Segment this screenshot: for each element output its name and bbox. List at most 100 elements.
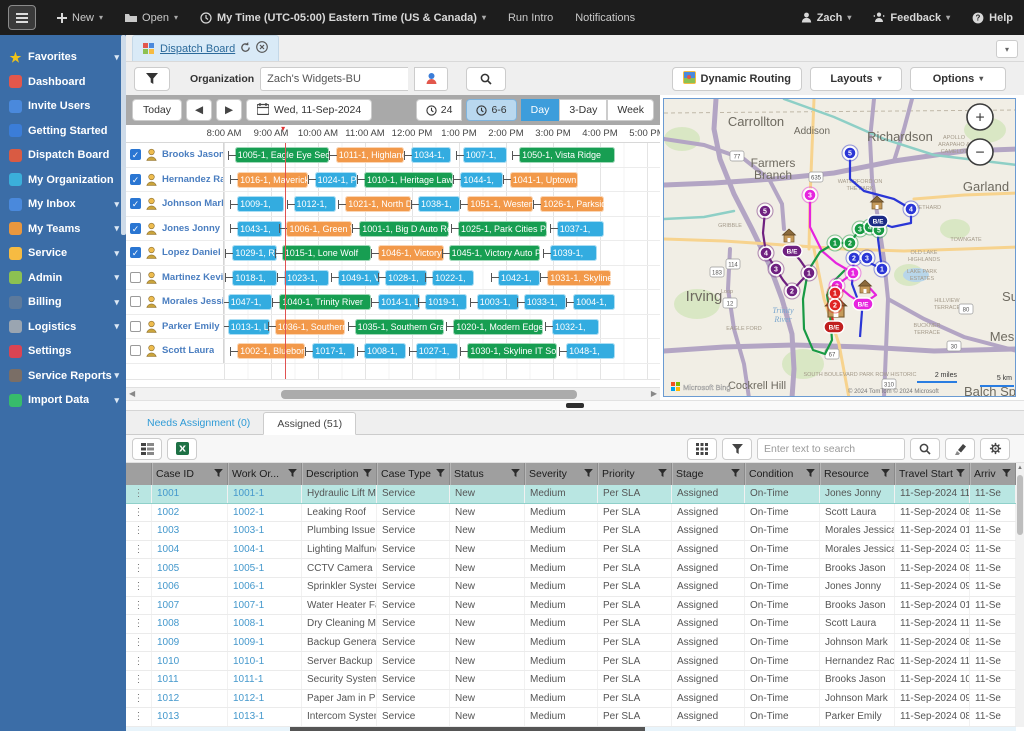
row-drag-handle[interactable]: ⋮ (126, 541, 152, 559)
cell-work-or[interactable]: 1005-1 (228, 559, 302, 577)
column-header-description[interactable]: Description (302, 463, 377, 485)
appointment-bar[interactable]: 1028-1, (385, 270, 427, 286)
resource-checkbox[interactable]: ✓ (130, 198, 141, 209)
appointment-bar[interactable]: 1044-1, (460, 172, 502, 188)
cell-work-or[interactable]: 1009-1 (228, 634, 302, 652)
cell-work-or[interactable]: 1003-1 (228, 522, 302, 540)
cell-work-or[interactable]: 1008-1 (228, 615, 302, 633)
column-header-resource[interactable]: Resource (820, 463, 895, 485)
scroll-right-icon[interactable]: ▶ (651, 389, 657, 398)
appointment-1043-1[interactable]: 1043-1, (230, 221, 282, 237)
appointment-1030-1[interactable]: 1030-1, Skyline IT Solutions, (460, 343, 556, 359)
case-row-1011[interactable]: ⋮10111011-1Security System F...ServiceNe… (126, 671, 1016, 690)
appointment-1014-1[interactable]: 1014-1, Lone (371, 294, 420, 310)
sidebar-item-settings[interactable]: Settings (0, 339, 126, 364)
appointment-bar[interactable]: 1016-1, Maverick (237, 172, 308, 188)
resource-checkbox[interactable] (130, 345, 141, 356)
appointment-bar[interactable]: 1021-1, North Dallas (345, 196, 411, 212)
appointment-1012-1[interactable]: 1012-1, (287, 196, 336, 212)
grid-search-button[interactable] (910, 438, 940, 460)
resource-name[interactable]: Martinez Kevin (162, 272, 223, 283)
cell-case-id[interactable]: 1012 (152, 690, 228, 708)
appointment-1032-1[interactable]: 1032-1, (545, 319, 599, 335)
column-header-status[interactable]: Status (450, 463, 525, 485)
scrollbar-thumb[interactable] (290, 727, 645, 731)
sidebar-item-admin[interactable]: Admin▾ (0, 266, 126, 291)
case-row-1001[interactable]: ⋮10011001-1Hydraulic Lift Mal...ServiceN… (126, 485, 1016, 504)
appointment-1034-1[interactable]: 1034-1, (404, 147, 451, 163)
column-header-row-handle[interactable] (126, 463, 152, 485)
appointment-bar[interactable]: 1025-1, Park Cities Pet Care, (458, 221, 547, 237)
open-menu[interactable]: Open▾ (114, 0, 189, 35)
appointment-1022-1[interactable]: 1022-1, (425, 270, 474, 286)
appointment-bar[interactable]: 1030-1, Skyline IT Solutions, (467, 343, 556, 359)
appointment-1050-1[interactable]: 1050-1, Vista Ridge (512, 147, 615, 163)
sidebar-item-service-reports[interactable]: Service Reports▾ (0, 364, 126, 389)
scrollbar-thumb[interactable] (281, 390, 577, 399)
appointment-1005-1[interactable]: 1005-1, Eagle Eye Security (228, 147, 329, 163)
resource-name[interactable]: Johnson Mark (162, 198, 223, 209)
appointment-bar[interactable]: 1010-1, Heritage Law Group, (364, 172, 453, 188)
scroll-left-icon[interactable]: ◀ (129, 389, 135, 398)
cell-work-or[interactable]: 1011-1 (228, 671, 302, 689)
close-tab-icon[interactable] (256, 41, 268, 56)
sidebar-item-dashboard[interactable]: Dashboard (0, 70, 126, 95)
appointment-bar[interactable]: 1041-1, Uptown (510, 172, 578, 188)
organization-picker-icon[interactable] (414, 67, 448, 91)
new-menu[interactable]: New▾ (46, 0, 114, 35)
sidebar-item-logistics[interactable]: Logistics▾ (0, 315, 126, 340)
appointment-bar[interactable]: 1034-1, (411, 147, 451, 163)
route-map[interactable]: APOLLOARAPAHO &CAMELOTWATERFORD ONTHE PA… (664, 99, 1016, 397)
prev-day-button[interactable]: ◀ (186, 99, 212, 121)
appointment-bar[interactable]: 1023-1, (284, 270, 329, 286)
cell-case-id[interactable]: 1002 (152, 504, 228, 522)
column-filter-icon[interactable] (511, 468, 520, 480)
resource-checkbox[interactable] (130, 296, 141, 307)
column-filter-icon[interactable] (1002, 468, 1011, 480)
splitter-handle[interactable] (566, 403, 584, 408)
resource-name[interactable]: Scott Laura (162, 345, 214, 356)
appointment-1031-1[interactable]: 1031-1, Skyline Tax (540, 270, 610, 286)
case-row-1013[interactable]: ⋮10131013-1Intercom System ...ServiceNew… (126, 708, 1016, 727)
appointment-bar[interactable]: 1019-1, (425, 294, 467, 310)
resource-checkbox[interactable]: ✓ (130, 174, 141, 185)
appointment-bar[interactable]: 1007-1, (463, 147, 508, 163)
appointment-bar[interactable]: 1051-1, Western (467, 196, 533, 212)
cell-case-id[interactable]: 1008 (152, 615, 228, 633)
resource-name[interactable]: Parker Emily (162, 321, 220, 332)
appointment-1009-1[interactable]: 1009-1, (230, 196, 284, 212)
column-header-priority[interactable]: Priority (598, 463, 672, 485)
resource-name[interactable]: Brooks Jason (162, 149, 223, 160)
resource-checkbox[interactable]: ✓ (130, 149, 141, 160)
appointment-1038-1[interactable]: 1038-1, (411, 196, 460, 212)
hamburger-menu-button[interactable] (8, 5, 36, 30)
appointment-1039-1[interactable]: 1039-1, (543, 245, 597, 261)
view-6-6[interactable]: 6-6 (466, 99, 516, 121)
appointment-1029-1[interactable]: 1029-1, Red (225, 245, 277, 261)
appointment-1008-1[interactable]: 1008-1, (357, 343, 406, 359)
appointment-bar[interactable]: 1049-1, Vista (338, 270, 380, 286)
column-filter-icon[interactable] (881, 468, 890, 480)
refresh-icon[interactable] (240, 42, 251, 56)
appointment-bar[interactable]: 1017-1, (312, 343, 354, 359)
appointment-bar[interactable]: 1032-1, (552, 319, 599, 335)
appointment-1046-1[interactable]: 1046-1, Victory Lane (371, 245, 444, 261)
appointment-bar[interactable]: 1018-1, (232, 270, 277, 286)
sidebar-item-invite-users[interactable]: Invite Users (0, 94, 126, 119)
row-drag-handle[interactable]: ⋮ (126, 690, 152, 708)
scrollbar-thumb[interactable] (1017, 475, 1023, 535)
column-chooser-button[interactable] (687, 438, 717, 460)
appointment-bar[interactable]: 1022-1, (432, 270, 474, 286)
appointment-1027-1[interactable]: 1027-1, (409, 343, 458, 359)
row-drag-handle[interactable]: ⋮ (126, 559, 152, 577)
grid-horizontal-scrollbar[interactable] (126, 727, 1016, 731)
grid-search-input[interactable] (757, 438, 905, 460)
cell-work-or[interactable]: 1006-1 (228, 578, 302, 596)
column-header-case-type[interactable]: Case Type (377, 463, 450, 485)
cell-case-id[interactable]: 1011 (152, 671, 228, 689)
appointment-1040-1[interactable]: 1040-1, Trinity River (272, 294, 371, 310)
horizontal-splitter[interactable] (126, 400, 1024, 411)
column-filter-icon[interactable] (363, 468, 372, 480)
appointment-1045-1[interactable]: 1045-1, Victory Auto Parts, (442, 245, 541, 261)
appointment-bar[interactable]: 1003-1, (477, 294, 519, 310)
